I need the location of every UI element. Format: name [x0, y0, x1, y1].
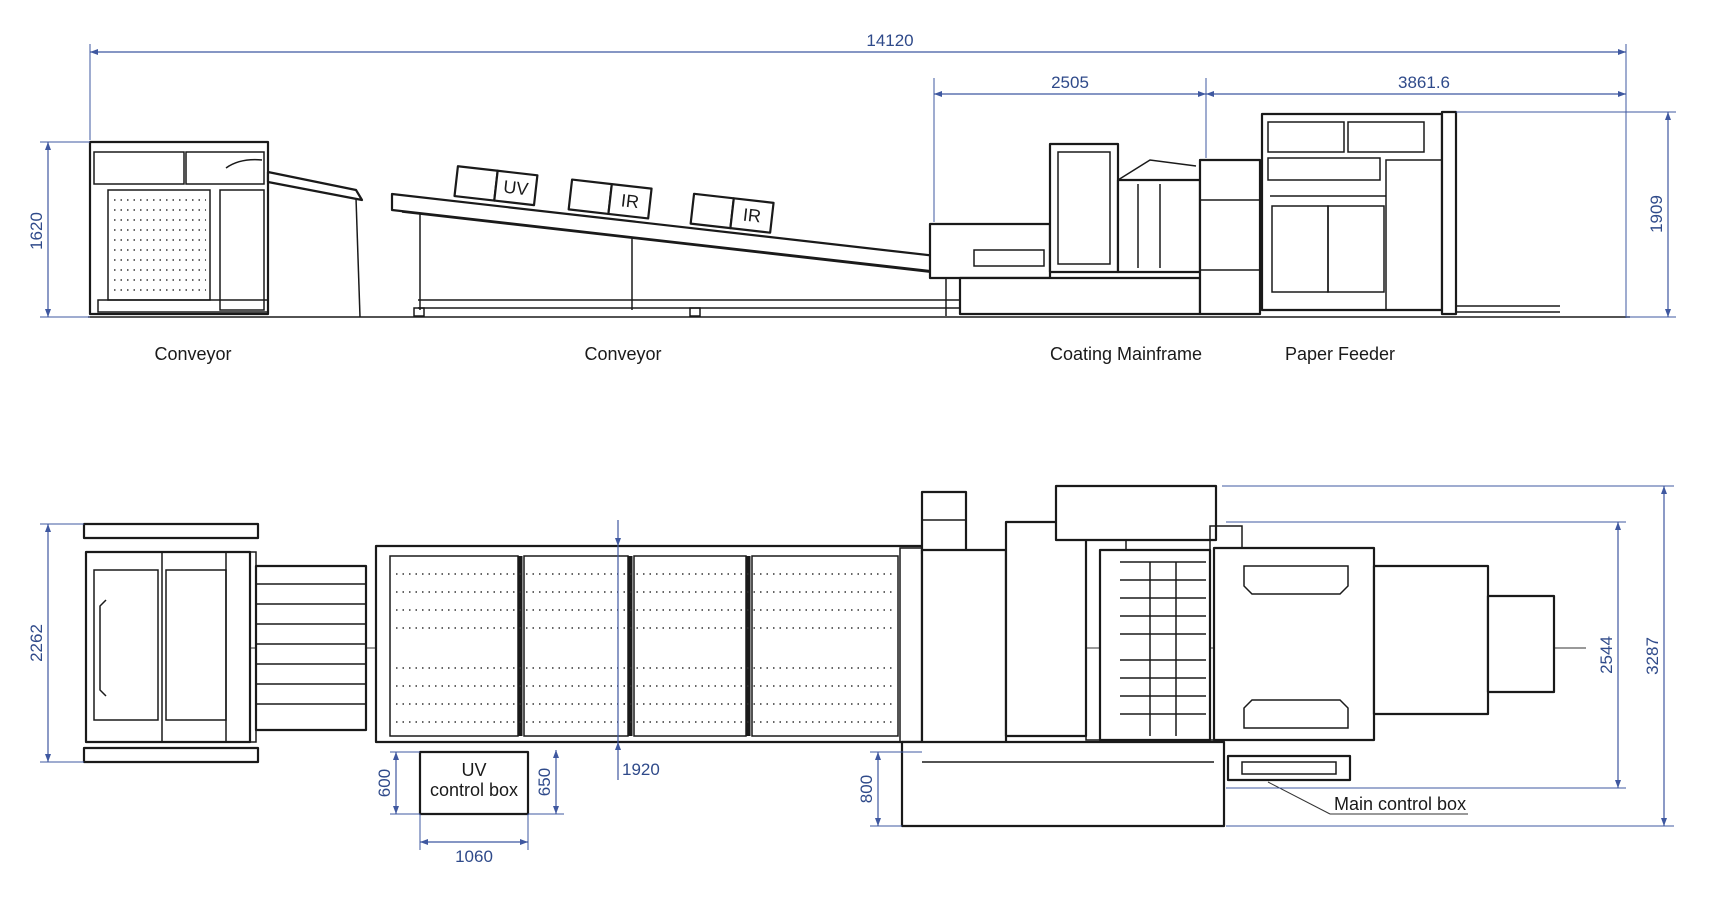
transfer-top — [254, 564, 368, 732]
uv-box-label-2: control box — [430, 780, 518, 800]
coating-top — [900, 484, 1226, 828]
delivery-cabinet — [88, 140, 270, 316]
dim-uv-box-height: 600 — [375, 769, 394, 797]
dim-coating-length: 2505 — [1051, 73, 1089, 92]
transfer-belt-side — [266, 170, 364, 318]
dim-uv-box-depth: 650 — [535, 768, 554, 796]
label-coating-mainframe: Coating Mainframe — [1050, 344, 1202, 364]
dim-feeder-length: 3861.6 — [1398, 73, 1450, 92]
ir-lamp-housing-2: IR — [689, 192, 775, 234]
delivery-conveyor-side — [88, 140, 270, 316]
layout-drawing: UV IR IR 14120 2505 3861.6 1620 1909 Con… — [0, 0, 1722, 911]
dim-uv-box-width: 1060 — [455, 847, 493, 866]
uv-control-box: UV control box — [418, 750, 530, 816]
dim-overall-width: 3287 — [1643, 637, 1662, 675]
coating-mainframe-side — [928, 142, 1262, 316]
dryer-conveyor-side: UV IR IR — [390, 165, 960, 317]
uv-box-label-1: UV — [461, 760, 486, 780]
label-paper-feeder: Paper Feeder — [1285, 344, 1395, 364]
dim-conveyor-width: 2262 — [27, 624, 46, 662]
machine-layout-svg: UV IR IR 14120 2505 3861.6 1620 1909 Con… — [27, 31, 1676, 866]
main-control-box-label: Main control box — [1334, 794, 1466, 814]
uv-lamp-label: UV — [502, 177, 529, 200]
label-conveyor-dryer: Conveyor — [584, 344, 661, 364]
top-view: UV control box Main control box 2262 192… — [27, 484, 1674, 866]
delivery-top — [82, 522, 260, 764]
label-conveyor-delivery: Conveyor — [154, 344, 231, 364]
dim-overall-length: 14120 — [866, 31, 913, 50]
paper-feeder-side — [1260, 110, 1560, 316]
ir-lamp-housing-1: IR — [567, 178, 653, 220]
dim-dryer-width: 1920 — [622, 760, 660, 779]
ir-lamp-label-1: IR — [620, 190, 640, 212]
dim-conveyor-height: 1620 — [27, 212, 46, 250]
main-control-box-callout: Main control box — [1267, 781, 1468, 815]
dim-feeder-width: 2544 — [1597, 636, 1616, 674]
dim-mainframe-offset: 800 — [857, 775, 876, 803]
dim-feeder-height: 1909 — [1647, 195, 1666, 233]
dryer-top — [374, 544, 924, 744]
uv-lamp-housing: UV — [453, 165, 539, 207]
ir-lamp-label-2: IR — [742, 205, 762, 227]
side-view: UV IR IR 14120 2505 3861.6 1620 1909 Con… — [27, 31, 1676, 364]
inclined-belt — [390, 192, 958, 276]
feeder-top — [1209, 525, 1556, 782]
